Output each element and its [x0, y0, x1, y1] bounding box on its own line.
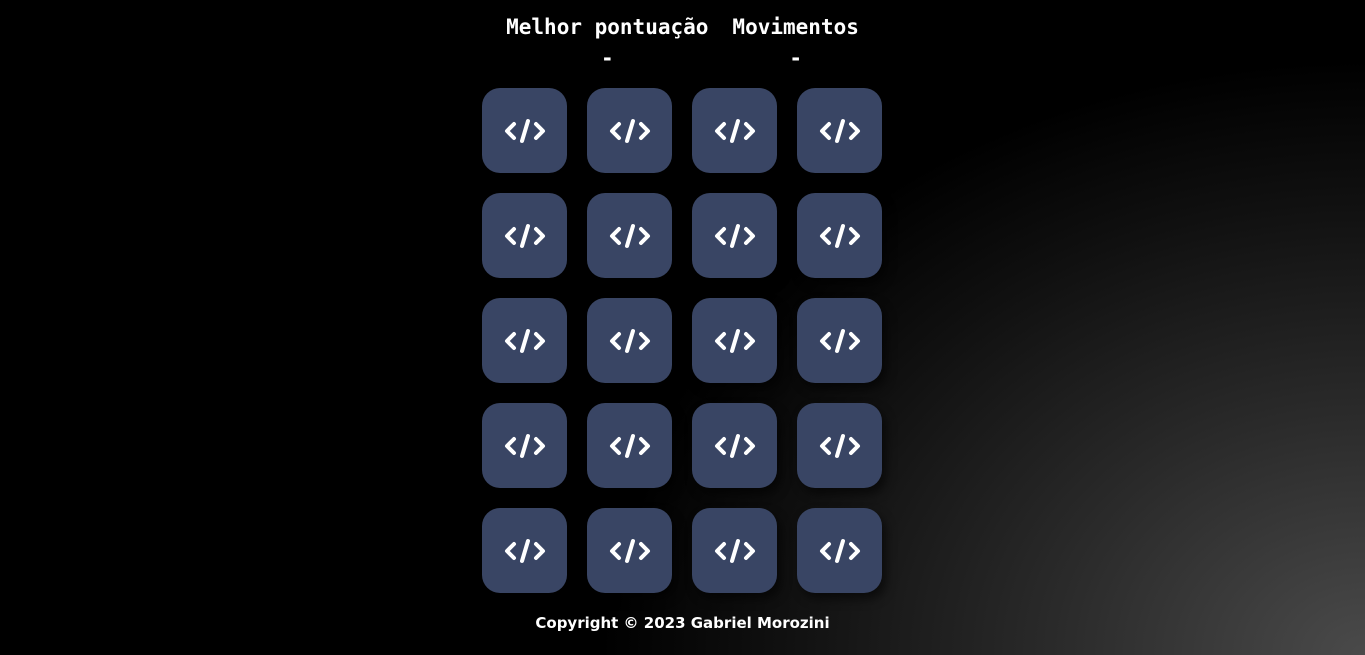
best-score-value: -	[600, 46, 614, 70]
memory-card[interactable]	[692, 193, 777, 278]
code-icon	[819, 433, 861, 459]
copyright-footer: Copyright © 2023 Gabriel Morozini	[535, 614, 830, 632]
memory-card[interactable]	[797, 298, 882, 383]
code-icon	[819, 223, 861, 249]
memory-card[interactable]	[482, 508, 567, 593]
code-icon	[714, 433, 756, 459]
code-icon	[504, 223, 546, 249]
code-icon	[609, 223, 651, 249]
memory-card[interactable]	[587, 193, 672, 278]
code-icon	[714, 538, 756, 564]
memory-card[interactable]	[482, 298, 567, 383]
code-icon	[819, 538, 861, 564]
code-icon	[609, 433, 651, 459]
code-icon	[714, 118, 756, 144]
memory-card[interactable]	[692, 88, 777, 173]
memory-card[interactable]	[692, 298, 777, 383]
memory-card[interactable]	[797, 88, 882, 173]
code-icon	[504, 118, 546, 144]
memory-card[interactable]	[587, 298, 672, 383]
memory-card[interactable]	[482, 403, 567, 488]
code-icon	[819, 118, 861, 144]
moves: Movimentos -	[732, 14, 858, 72]
code-icon	[504, 433, 546, 459]
memory-card[interactable]	[482, 193, 567, 278]
best-score-label: Melhor pontuação	[506, 15, 709, 39]
code-icon	[504, 538, 546, 564]
code-icon	[504, 328, 546, 354]
code-icon	[819, 328, 861, 354]
best-score: Melhor pontuação -	[506, 14, 708, 72]
memory-card[interactable]	[587, 88, 672, 173]
memory-card[interactable]	[692, 403, 777, 488]
code-icon	[609, 118, 651, 144]
moves-label: Movimentos	[732, 15, 859, 39]
memory-card[interactable]	[797, 193, 882, 278]
code-icon	[609, 328, 651, 354]
memory-card[interactable]	[482, 88, 567, 173]
card-board	[482, 88, 882, 593]
scoreboard: Melhor pontuação - Movimentos -	[0, 14, 1365, 72]
memory-card[interactable]	[587, 508, 672, 593]
moves-value: -	[789, 46, 802, 70]
memory-card[interactable]	[797, 403, 882, 488]
code-icon	[609, 538, 651, 564]
memory-card[interactable]	[797, 508, 882, 593]
code-icon	[714, 328, 756, 354]
code-icon	[714, 223, 756, 249]
memory-card[interactable]	[587, 403, 672, 488]
memory-card[interactable]	[692, 508, 777, 593]
